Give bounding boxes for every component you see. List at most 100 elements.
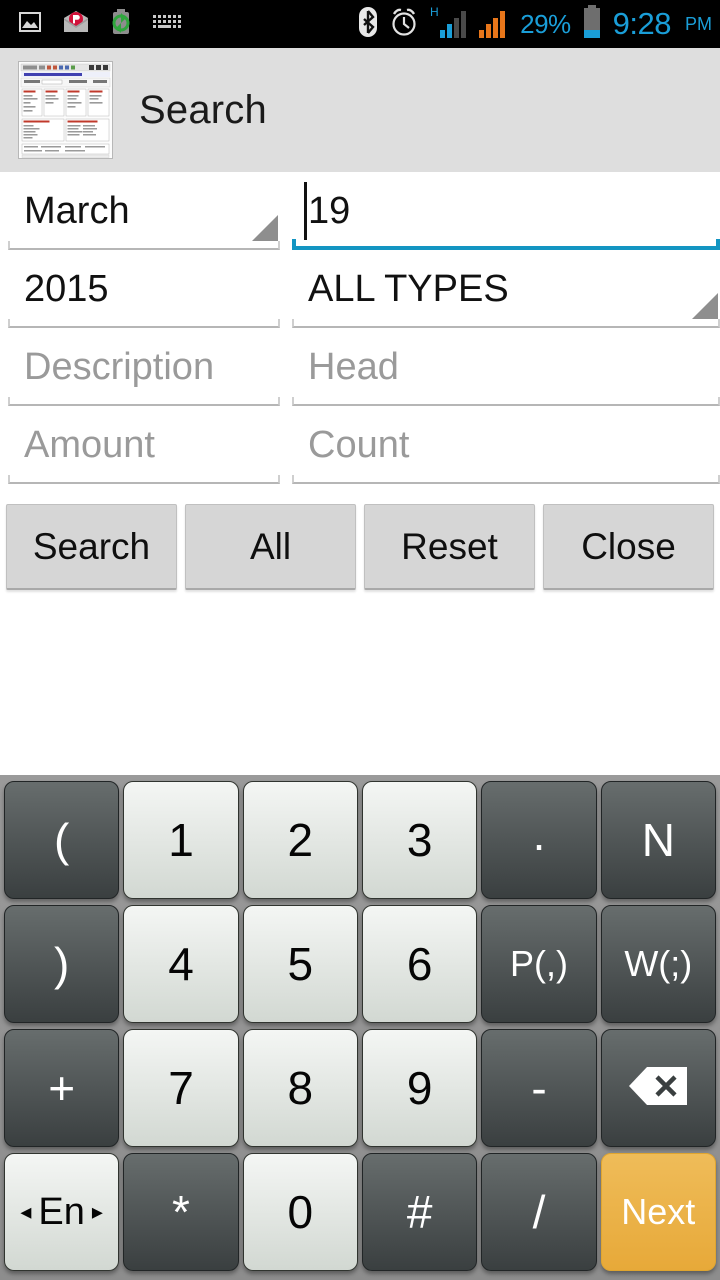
type-spinner[interactable]: ALL TYPES <box>292 250 720 328</box>
key-6[interactable]: 6 <box>361 905 478 1023</box>
key-backspace[interactable] <box>600 1029 716 1147</box>
day-underline-focused <box>292 239 720 250</box>
key-open-paren-label: ( <box>54 814 70 866</box>
key-next-label: Next <box>621 1191 696 1232</box>
key-0[interactable]: 0 <box>242 1153 358 1271</box>
key-hash[interactable]: # <box>361 1153 478 1271</box>
amount-underline <box>8 475 280 484</box>
key-period[interactable]: . <box>481 781 597 899</box>
svg-text:H: H <box>430 5 439 19</box>
signal-h-icon: H <box>430 5 468 44</box>
description-input[interactable]: Description <box>8 328 280 406</box>
keyboard-row-4: ◂ En ▸ * 0 # / Next <box>2 1150 718 1274</box>
battery-icon <box>582 4 602 44</box>
year-value: 2015 <box>24 267 109 310</box>
key-9[interactable]: 9 <box>361 1029 478 1147</box>
key-1-label: 1 <box>168 814 194 866</box>
close-button-label: Close <box>581 525 676 567</box>
key-7-label: 7 <box>168 1062 194 1114</box>
key-6-label: 6 <box>406 938 433 990</box>
all-button-label: All <box>249 525 292 567</box>
battery-sync-icon <box>110 8 132 40</box>
key-n[interactable]: N <box>600 781 716 899</box>
key-4-label: 4 <box>168 938 194 990</box>
key-open-paren[interactable]: ( <box>4 781 120 899</box>
head-underline <box>292 397 720 406</box>
key-3[interactable]: 3 <box>361 781 478 899</box>
clock-ampm: PM <box>685 13 712 34</box>
reset-button-label: Reset <box>401 525 498 567</box>
close-button[interactable]: Close <box>543 504 714 590</box>
key-language[interactable]: ◂ En ▸ <box>4 1153 120 1271</box>
key-slash[interactable]: / <box>481 1153 597 1271</box>
key-8-label: 8 <box>287 1062 314 1114</box>
key-3-label: 3 <box>406 814 433 866</box>
key-wait[interactable]: W(;) <box>600 905 716 1023</box>
signal-icon <box>479 5 509 44</box>
count-underline <box>292 475 720 484</box>
key-next[interactable]: Next <box>600 1153 716 1271</box>
status-bar-right-icons: H 29% 9:28 PM <box>358 0 712 48</box>
search-form: March 19 2015 ALL TYPES Description Head… <box>0 172 720 775</box>
keyboard-row-1: (1 2 3. N <box>2 778 718 902</box>
action-bar: Search <box>0 48 720 172</box>
month-spinner[interactable]: March <box>8 172 280 250</box>
search-button[interactable]: Search <box>6 504 177 590</box>
count-placeholder: Count <box>308 423 410 466</box>
key-n-label: N <box>641 814 675 866</box>
form-row-year-type: 2015 ALL TYPES <box>0 250 720 328</box>
key-1[interactable]: 1 <box>123 781 239 899</box>
key-asterisk[interactable]: * <box>123 1153 239 1271</box>
key-plus[interactable]: + <box>4 1029 120 1147</box>
clock-time: 9:28 <box>612 6 672 41</box>
alarm-icon <box>389 7 419 42</box>
key-plus-label: + <box>48 1062 76 1114</box>
key-2[interactable]: 2 <box>242 781 358 899</box>
on-screen-keyboard: (1 2 3. N) 4 5 6 P(,) W(;) +7 8 9 - ◂ En ▸ * 0 # / Next <box>0 775 720 1280</box>
app-thumbnail-icon[interactable] <box>18 61 113 159</box>
month-underline <box>8 241 280 250</box>
form-row-date: March 19 <box>0 172 720 250</box>
image-icon <box>18 10 42 39</box>
keyboard-row-3: +7 8 9 - <box>2 1026 718 1150</box>
day-value: 19 <box>308 189 351 232</box>
key-hash-label: # <box>406 1186 433 1238</box>
key-minus-label: - <box>531 1062 547 1114</box>
description-placeholder: Description <box>24 345 215 388</box>
language-code: En <box>38 1190 85 1233</box>
type-underline <box>292 319 720 328</box>
description-underline <box>8 397 280 406</box>
key-8[interactable]: 8 <box>242 1029 358 1147</box>
year-input[interactable]: 2015 <box>8 250 280 328</box>
all-button[interactable]: All <box>185 504 356 590</box>
head-input[interactable]: Head <box>292 328 720 406</box>
action-button-row: Search All Reset Close <box>0 504 720 590</box>
bluetooth-icon <box>358 6 378 43</box>
form-row-amount-count: Amount Count <box>0 406 720 484</box>
key-minus[interactable]: - <box>481 1029 597 1147</box>
key-pause[interactable]: P(,) <box>481 905 597 1023</box>
key-pause-label: P(,) <box>509 943 568 984</box>
battery-percent-label: 29% <box>520 8 571 39</box>
reset-button[interactable]: Reset <box>364 504 535 590</box>
head-placeholder: Head <box>308 345 399 388</box>
key-7[interactable]: 7 <box>123 1029 239 1147</box>
key-2-label: 2 <box>287 814 314 866</box>
search-button-label: Search <box>32 525 151 567</box>
key-4[interactable]: 4 <box>123 905 239 1023</box>
key-5[interactable]: 5 <box>242 905 358 1023</box>
key-5-label: 5 <box>287 938 314 990</box>
keyboard-icon <box>152 13 182 36</box>
key-wait-label: W(;) <box>624 943 693 984</box>
key-close-paren[interactable]: ) <box>4 905 120 1023</box>
amount-input[interactable]: Amount <box>8 406 280 484</box>
chevron-down-icon <box>692 293 718 319</box>
key-0-label: 0 <box>287 1186 314 1238</box>
type-value: ALL TYPES <box>308 267 509 310</box>
day-input[interactable]: 19 <box>292 172 720 250</box>
chevron-down-icon <box>252 215 278 241</box>
key-period-label: . <box>532 808 546 860</box>
arrow-left-icon: ◂ <box>20 1199 32 1224</box>
backspace-icon <box>627 1065 689 1112</box>
count-input[interactable]: Count <box>292 406 720 484</box>
